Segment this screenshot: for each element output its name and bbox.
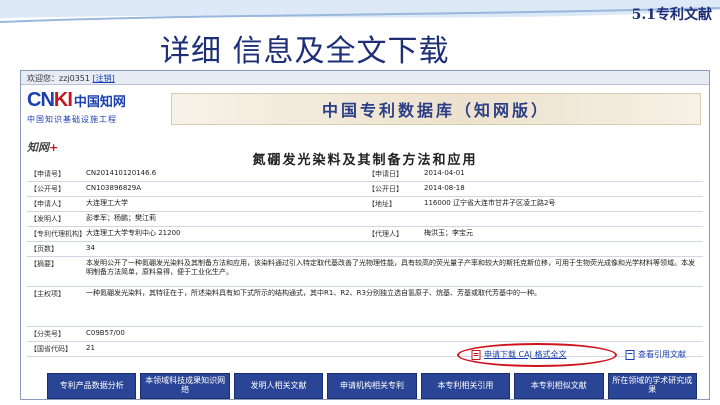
publication-date: 2014-08-18: [424, 184, 465, 192]
slide-title: 详细 信息及全文下载: [160, 34, 450, 69]
nav-button[interactable]: 本专利相似文献: [514, 373, 604, 399]
document-icon: [625, 349, 635, 360]
classification-code: C09B57/00: [86, 329, 125, 337]
logout-link[interactable]: [注销]: [93, 74, 115, 83]
patent-agent: 梅洪玉；李宝元: [424, 229, 473, 237]
field-label: 【分类号】: [30, 330, 65, 338]
field-label: 【地址】: [368, 200, 396, 208]
application-number: CN201410120146.6: [86, 169, 157, 177]
field-label: 【申请人】: [30, 200, 65, 208]
nav-button[interactable]: 所在领域的学术研究成果: [607, 373, 697, 399]
browser-screenshot: 欢迎您：zzj0351 [注销] CNKI 中国知网 中国知识基础设施工程 中国专…: [20, 70, 710, 400]
field-label: 【申请号】: [30, 170, 65, 178]
view-references-link[interactable]: 查看引用文献: [625, 349, 686, 360]
cnki-wordmark: CNKI: [27, 89, 73, 111]
field-label: 【国省代码】: [30, 345, 72, 353]
caj-file-icon: [471, 349, 481, 360]
table-row: 【页数】 34: [27, 242, 703, 257]
field-label: 【申请日】: [368, 170, 403, 178]
field-label: 【代理人】: [368, 230, 403, 238]
inventors[interactable]: 彭孝军；杨鹏；樊江莉: [83, 212, 703, 226]
field-label: 【摘要】: [30, 260, 58, 268]
patent-agency: 大连理工大学专利中心 21200: [86, 229, 181, 237]
table-row: 【申请号】 CN201410120146.6 【申请日】 2014-04-01: [27, 167, 703, 182]
database-banner: 中国专利数据库（知网版）: [171, 93, 701, 125]
nav-button[interactable]: 本专利相关引用: [420, 373, 511, 399]
applicant[interactable]: 大连理工大学: [83, 197, 365, 211]
field-label: 【页数】: [30, 245, 58, 253]
cnki-tagline: 中国知识基础设施工程: [27, 115, 117, 124]
table-row: 【分类号】 C09B57/00: [27, 327, 703, 342]
top-bar: 欢迎您：zzj0351 [注销]: [21, 71, 709, 85]
abstract-text: 本发明公开了一种氮硼发光染料及其制备方法和应用，该染料通过引入特定取代基改善了光…: [86, 259, 695, 276]
nav-button[interactable]: 专利产品数据分析: [47, 373, 137, 399]
patent-title: 氮硼发光染料及其制备方法和应用: [252, 153, 478, 168]
welcome-text: 欢迎您：zzj0351: [27, 74, 90, 83]
table-row: 【主权项】 一种氮硼发光染料，其特征在于，所述染料具有如下式所示的结构通式，其中…: [27, 287, 703, 327]
related-nav: 专利产品数据分析 本领域科技成果知识网络 发明人相关文献 申请机构相关专利 本专…: [47, 373, 697, 399]
main-claim-text: 一种氮硼发光染料，其特征在于，所述染料具有如下式所示的结构通式，其中R1、R2、…: [86, 289, 541, 297]
cnki-chinese-name: 中国知网: [73, 95, 126, 110]
section-tag: 5.1专利文献: [631, 7, 712, 23]
cnki-logo[interactable]: CNKI 中国知网 中国知识基础设施工程: [27, 89, 167, 129]
patent-detail-table: 【申请号】 CN201410120146.6 【申请日】 2014-04-01 …: [27, 167, 703, 357]
field-label: 【公开号】: [30, 185, 65, 193]
table-row: 【摘要】 本发明公开了一种氮硼发光染料及其制备方法和应用，该染料通过引入特定取代…: [27, 257, 703, 287]
database-title: 中国专利数据库（知网版）: [321, 101, 550, 120]
table-row: 【申请人】 大连理工大学 【地址】 116000 辽宁省大连市甘井子区凌工路2号: [27, 197, 703, 212]
page-count: 34: [86, 244, 95, 252]
table-row: 【发明人】 彭孝军；杨鹏；樊江莉: [27, 212, 703, 227]
address: 116000 辽宁省大连市甘井子区凌工路2号: [424, 199, 556, 207]
nav-button[interactable]: 发明人相关文献: [233, 373, 324, 399]
field-label: 【专利代理机构】: [30, 230, 86, 238]
publication-number: CN103896829A: [86, 184, 141, 192]
table-row: 【专利代理机构】 大连理工大学专利中心 21200 【代理人】 梅洪玉；李宝元: [27, 227, 703, 242]
nav-button[interactable]: 本领域科技成果知识网络: [140, 373, 230, 399]
download-caj-link[interactable]: 申请下载 CAJ 格式全文: [471, 349, 567, 360]
download-area: 申请下载 CAJ 格式全文 查看引用文献: [457, 343, 707, 373]
application-date: 2014-04-01: [424, 169, 465, 177]
field-label: 【发明人】: [30, 215, 65, 223]
table-row: 【公开号】 CN103896829A 【公开日】 2014-08-18: [27, 182, 703, 197]
nav-button[interactable]: 申请机构相关专利: [327, 373, 417, 399]
field-label: 【公开日】: [368, 185, 403, 193]
field-label: 【主权项】: [30, 290, 65, 298]
